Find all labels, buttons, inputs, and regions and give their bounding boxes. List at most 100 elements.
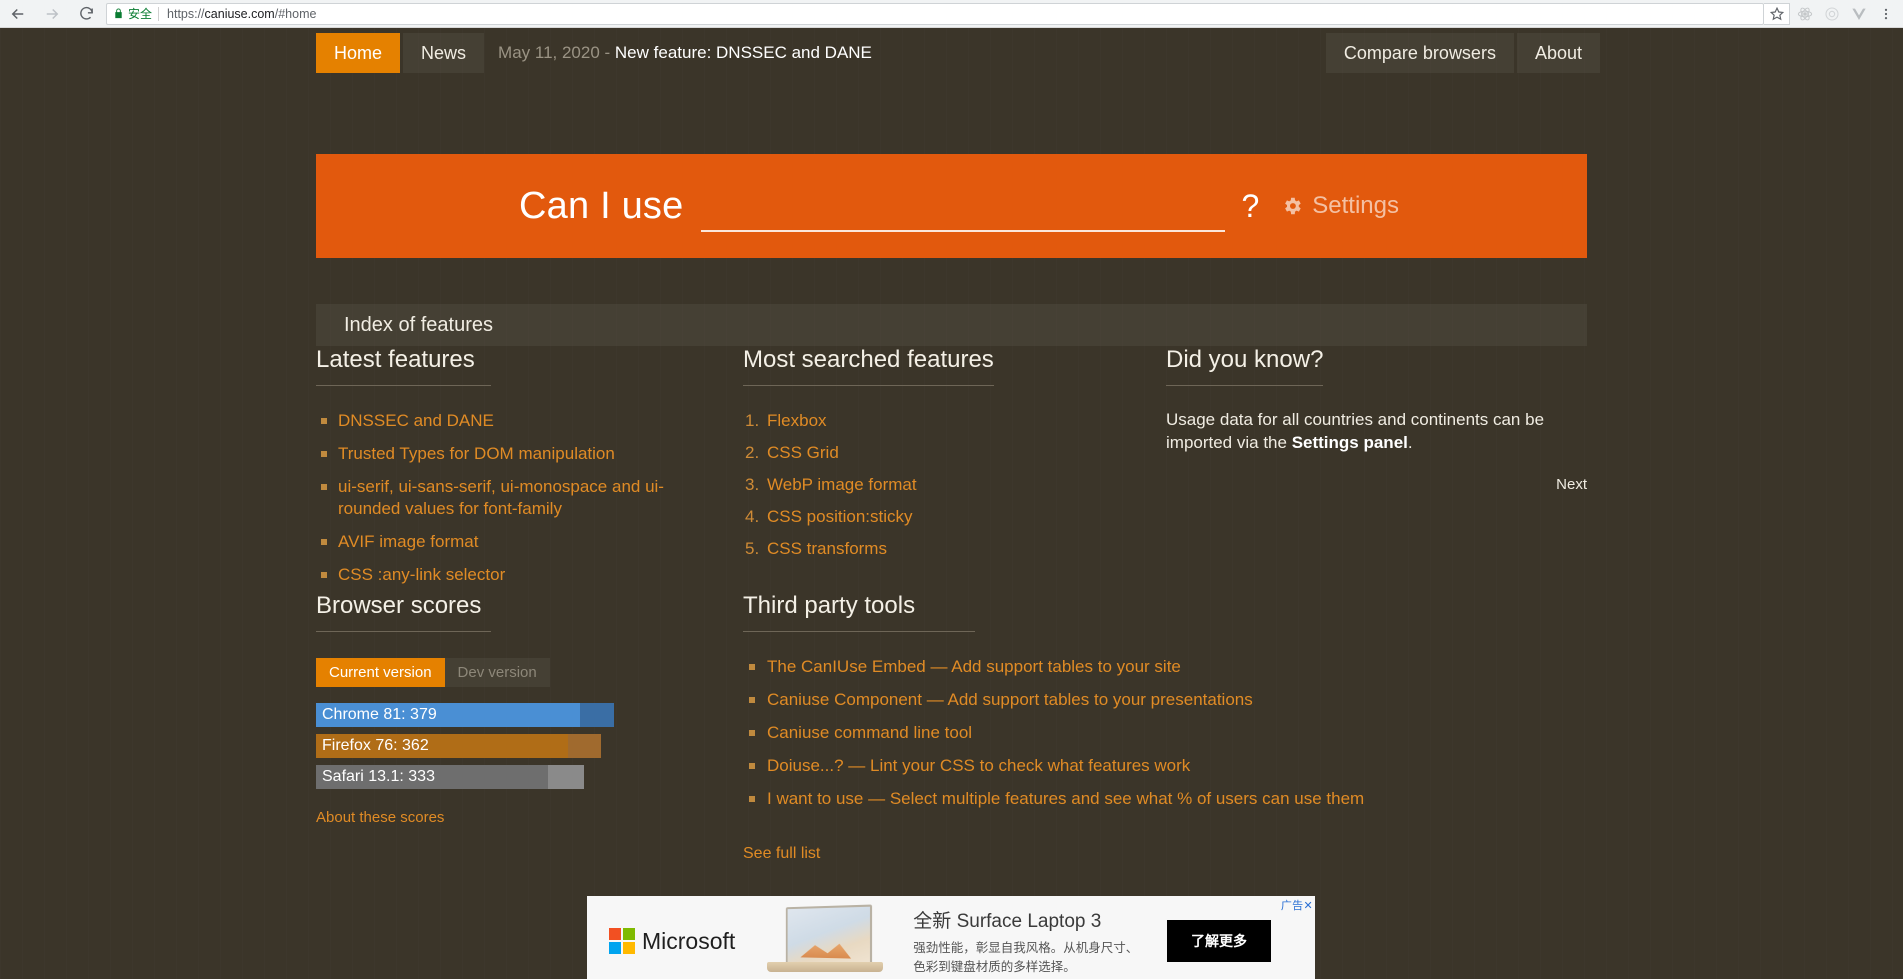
settings-button[interactable]: Settings [1281,192,1399,220]
laptop-screen [786,904,873,968]
score-label: Firefox 76: 362 [322,737,429,754]
browser-scores-column: Browser scores Current version Dev versi… [316,592,716,827]
see-full-list-link[interactable]: See full list [743,845,820,863]
score-label: Chrome 81: 379 [322,706,437,723]
nav-tab-home[interactable]: Home [316,33,401,73]
back-arrow-icon[interactable] [8,4,28,24]
nav-left-group: Home News May 11, 2020 - New feature: DN… [316,33,872,73]
browser-scores-heading: Browser scores [316,592,491,632]
news-headline[interactable]: May 11, 2020 - New feature: DNSSEC and D… [498,33,872,73]
ad-subtitle: 强劲性能，彰显自我风格。从机身尺寸、 色彩到键盘材质的多样选择。 [913,939,1138,975]
list-item: ui-serif, ui-sans-serif, ui-monospace an… [321,476,706,520]
news-date: May 11, 2020 [498,43,600,62]
score-row[interactable]: Firefox 76: 362 [316,734,716,758]
latest-features-column: Latest features DNSSEC and DANE Trusted … [316,346,706,597]
third-party-tool-link[interactable]: Caniuse Component — Add support tables t… [767,690,1253,709]
url-host: caniuse.com [204,6,275,21]
list-item: DNSSEC and DANE [321,410,706,432]
third-party-tool-link[interactable]: I want to use — Select multiple features… [767,789,1364,808]
list-item: CSS position:sticky [745,506,1143,528]
microsoft-squares-icon [609,928,635,954]
page-body: Home News May 11, 2020 - New feature: DN… [0,28,1903,979]
address-bar[interactable]: 安全 https://caniuse.com/#home [106,2,1764,25]
third-party-tools-list: The CanIUse Embed — Add support tables t… [743,656,1587,810]
index-of-features-bar[interactable]: Index of features [316,304,1587,346]
list-item: CSS Grid [745,442,1143,464]
third-party-tool-link[interactable]: Doiuse...? — Lint your CSS to check what… [767,756,1190,775]
list-item: CSS :any-link selector [321,564,706,586]
ad-subtitle-line2: 色彩到键盘材质的多样选择。 [913,959,1076,974]
microsoft-logo: Microsoft [609,928,735,955]
score-row[interactable]: Chrome 81: 379 [316,703,716,727]
latest-feature-link[interactable]: DNSSEC and DANE [338,411,494,430]
chrome-menu-icon[interactable] [1877,5,1895,23]
list-item: Caniuse Component — Add support tables t… [749,689,1587,711]
list-item: The CanIUse Embed — Add support tables t… [749,656,1587,678]
most-searched-link[interactable]: CSS transforms [767,539,887,558]
most-searched-link[interactable]: CSS Grid [767,443,839,462]
score-row[interactable]: Safari 13.1: 333 [316,765,716,789]
most-searched-link[interactable]: WebP image format [767,475,917,494]
vue-devtools-icon[interactable] [1850,5,1868,23]
ad-copy: 全新 Surface Laptop 3 强劲性能，彰显自我风格。从机身尺寸、 色… [913,906,1138,975]
omnibox-divider [158,6,160,21]
dyk-text-after: . [1407,433,1413,453]
nav-right-group: Compare browsers About [1325,33,1600,73]
most-searched-link[interactable]: CSS position:sticky [767,507,913,526]
latest-feature-link[interactable]: CSS :any-link selector [338,565,505,584]
dyk-text-bold: Settings panel [1291,433,1408,453]
latest-features-list: DNSSEC and DANE Trusted Types for DOM ma… [316,410,706,586]
ad-banner[interactable]: 广告✕ Microsoft 全新 Surface Laptop 3 强劲性能，彰… [587,896,1315,979]
latest-features-heading: Latest features [316,346,491,386]
about-these-scores-link[interactable]: About these scores [316,809,444,826]
target-circle-icon[interactable] [1823,5,1841,23]
search-banner: Can I use ? Settings [316,154,1587,258]
search-input[interactable] [701,180,1226,232]
help-question-icon[interactable]: ? [1241,188,1259,225]
browser-toolbar: 安全 https://caniuse.com/#home [0,0,1903,28]
reload-icon[interactable] [76,4,96,24]
news-title: New feature: DNSSEC and DANE [614,43,872,62]
surface-laptop-image [761,900,891,979]
did-you-know-next-link[interactable]: Next [1556,476,1587,493]
ad-close-label[interactable]: 广告✕ [1281,897,1313,913]
list-item: I want to use — Select multiple features… [749,788,1587,810]
nav-tab-news[interactable]: News [403,33,485,73]
url-text: https://caniuse.com/#home [167,7,316,21]
forward-arrow-icon[interactable] [42,4,62,24]
most-searched-heading: Most searched features [743,346,994,386]
score-label: Safari 13.1: 333 [322,768,435,785]
latest-feature-link[interactable]: AVIF image format [338,532,478,551]
current-version-button[interactable]: Current version [316,658,445,687]
url-fragment: /#home [274,6,317,21]
most-searched-link[interactable]: Flexbox [767,411,827,430]
site-navigation: Home News May 11, 2020 - New feature: DN… [0,33,1903,77]
url-scheme: https:// [167,6,205,21]
did-you-know-text: Usage data for all countries and contine… [1166,408,1587,455]
settings-label: Settings [1312,192,1399,219]
nav-tab-about[interactable]: About [1516,33,1600,73]
ad-subtitle-line1: 强劲性能，彰显自我风格。从机身尺寸、 [913,941,1139,956]
third-party-tools-heading: Third party tools [743,592,975,632]
most-searched-list: Flexbox CSS Grid WebP image format CSS p… [743,410,1143,560]
most-searched-column: Most searched features Flexbox CSS Grid … [743,346,1143,570]
ad-cta-button[interactable]: 了解更多 [1167,920,1271,962]
third-party-tools-column: Third party tools The CanIUse Embed — Ad… [743,592,1587,863]
nav-buttons [0,4,96,24]
bookmark-star-icon[interactable] [1764,2,1790,25]
list-item: Trusted Types for DOM manipulation [321,443,706,465]
list-item: AVIF image format [321,531,706,553]
laptop-base [767,962,884,972]
dev-version-button[interactable]: Dev version [444,658,550,687]
latest-feature-link[interactable]: Trusted Types for DOM manipulation [338,444,615,463]
list-item: Caniuse command line tool [749,722,1587,744]
index-of-features-label: Index of features [344,313,493,336]
react-devtools-icon[interactable] [1796,5,1814,23]
gear-icon [1281,195,1303,217]
latest-feature-link[interactable]: ui-serif, ui-sans-serif, ui-monospace an… [338,477,664,518]
list-item: WebP image format [745,474,1143,496]
news-dash: - [599,43,615,62]
nav-tab-compare-browsers[interactable]: Compare browsers [1325,33,1514,73]
third-party-tool-link[interactable]: The CanIUse Embed — Add support tables t… [767,657,1181,676]
third-party-tool-link[interactable]: Caniuse command line tool [767,723,972,742]
